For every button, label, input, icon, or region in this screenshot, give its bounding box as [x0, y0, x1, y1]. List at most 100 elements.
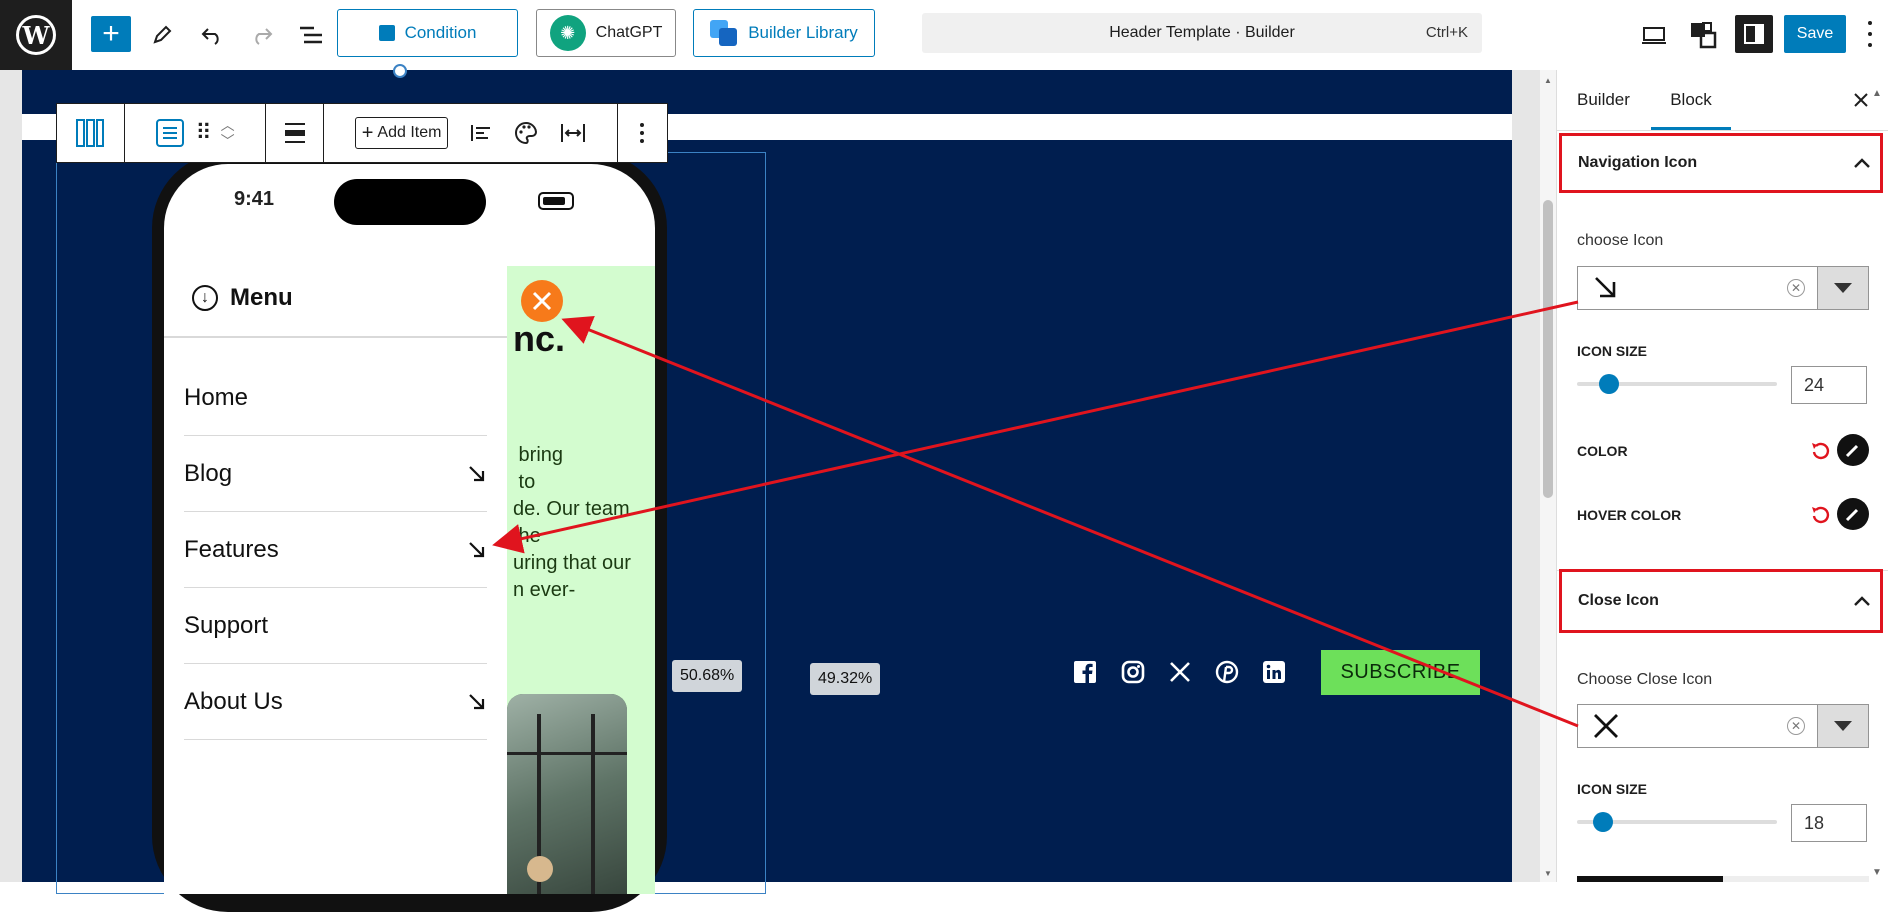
settings-sidebar-toggle[interactable]	[1735, 15, 1773, 53]
condition-label: Condition	[404, 23, 477, 42]
nav-item-label: Home	[184, 383, 249, 411]
pinterest-icon[interactable]	[1213, 658, 1241, 686]
sidebar-tabs: Builder Block	[1557, 70, 1888, 131]
choose-close-icon-label: Choose Close Icon	[1577, 671, 1713, 688]
bg-paragraph: bring to de. Our team the uring that our…	[513, 444, 631, 601]
more-options-button[interactable]	[618, 104, 667, 162]
settings-sidebar: Builder Block Navigation Icon choose Ico…	[1556, 70, 1888, 882]
dropdown-arrow-icon[interactable]	[1817, 705, 1868, 747]
arrow-down-right-icon	[469, 465, 485, 481]
color-picker-button[interactable]	[1837, 434, 1869, 466]
hover-color-label: HOVER COLOR	[1577, 507, 1682, 523]
plus-icon: +	[361, 121, 374, 144]
color-label: COLOR	[1577, 443, 1628, 459]
phone-screen: 9:41 nc. bring to de. Our team the uring…	[164, 164, 655, 894]
facebook-icon[interactable]	[1071, 658, 1099, 686]
reset-color-icon[interactable]	[1810, 440, 1832, 462]
builder-library-button[interactable]: Builder Library	[693, 9, 875, 57]
block-mover: ⠿ ︿ ﹀	[125, 104, 267, 162]
tab-block[interactable]: Block	[1651, 70, 1731, 130]
mobile-menu-panel: ↓ Menu Home Blog Features Support About Us	[164, 266, 507, 894]
tab-builder[interactable]: Builder	[1577, 70, 1630, 130]
slider-thumb[interactable]	[1593, 812, 1613, 832]
clear-selection-icon[interactable]: ✕	[1787, 279, 1805, 297]
close-icon	[1594, 714, 1618, 738]
close-menu-button[interactable]	[521, 280, 563, 322]
close-icon-panel-header[interactable]: Close Icon	[1559, 569, 1883, 633]
close-icon-size-slider[interactable]	[1577, 812, 1777, 832]
slider-thumb[interactable]	[1599, 374, 1619, 394]
nav-item[interactable]: Blog	[184, 436, 487, 512]
add-item-button[interactable]: + Add Item	[354, 117, 449, 149]
canvas-scrollbar-thumb[interactable]	[1543, 200, 1553, 498]
arrow-down-right-icon	[469, 541, 485, 557]
reset-hover-color-icon[interactable]	[1810, 504, 1832, 526]
arrow-down-right-icon	[469, 693, 485, 709]
block-controls: + Add Item	[324, 104, 618, 162]
sidebar-scrollbar[interactable]: ▲ ▼	[1868, 70, 1888, 882]
nav-item[interactable]: Support	[184, 588, 487, 664]
library-icon	[710, 20, 738, 46]
dropdown-arrow-icon[interactable]	[1817, 267, 1868, 309]
battery-icon	[538, 192, 574, 210]
team-photo	[507, 694, 627, 894]
document-overview-icon[interactable]	[294, 18, 328, 52]
icon-size-input[interactable]: 24	[1791, 366, 1867, 404]
nav-item[interactable]: About Us	[184, 664, 487, 740]
chatgpt-icon: ✺	[549, 15, 586, 51]
eyedropper-icon	[1845, 508, 1859, 522]
pencil-icon[interactable]	[145, 18, 179, 52]
move-up-down-icon[interactable]: ︿ ﹀	[221, 117, 235, 149]
vertical-ellipsis-icon	[640, 123, 645, 143]
linkedin-icon[interactable]	[1260, 658, 1288, 686]
command-palette-bar[interactable]: Header Template · Builder Ctrl+K	[922, 13, 1482, 53]
instagram-icon[interactable]	[1119, 658, 1147, 686]
palette-icon[interactable]	[514, 121, 538, 145]
width-icon[interactable]	[560, 122, 586, 144]
close-icon-size-label: ICON SIZE	[1577, 781, 1648, 797]
add-item-label: Add Item	[377, 124, 442, 141]
chatgpt-label: ChatGPT	[595, 24, 663, 41]
next-control-edge	[1577, 876, 1723, 882]
choose-icon-label: choose Icon	[1577, 232, 1664, 249]
wordpress-logo[interactable]: W	[0, 0, 72, 70]
options-menu-icon[interactable]	[1862, 17, 1878, 51]
eyedropper-icon	[1845, 444, 1859, 458]
document-title: Header Template · Builder	[1109, 24, 1295, 41]
resize-handle[interactable]	[393, 64, 407, 78]
x-icon[interactable]	[1166, 658, 1194, 686]
menu-header[interactable]: ↓ Menu	[192, 284, 293, 312]
subscribe-button[interactable]: SUBSCRIBE	[1321, 650, 1480, 695]
arrow-down-right-icon	[1595, 277, 1616, 298]
close-icon-size-input[interactable]: 18	[1791, 804, 1867, 842]
nav-item[interactable]: Home	[184, 360, 487, 436]
add-block-button[interactable]: +	[91, 16, 131, 52]
chatgpt-button[interactable]: ✺ ChatGPT	[536, 9, 676, 57]
styles-icon[interactable]	[1686, 18, 1720, 52]
sidebar-icon	[1744, 24, 1764, 44]
redo-icon[interactable]	[245, 18, 279, 52]
navigation-icon-select[interactable]: ✕	[1577, 266, 1869, 310]
justification-icon[interactable]	[470, 122, 492, 144]
desktop-preview-icon[interactable]	[1637, 18, 1671, 52]
condition-button[interactable]: Condition	[337, 9, 518, 57]
nav-item[interactable]: Features	[184, 512, 487, 588]
justify-button[interactable]	[266, 104, 325, 162]
icon-size-slider[interactable]	[1577, 374, 1777, 394]
save-button[interactable]: Save	[1784, 15, 1846, 53]
undo-icon[interactable]	[195, 18, 229, 52]
close-icon	[532, 291, 552, 311]
navigation-block-icon[interactable]	[155, 119, 184, 147]
drag-handle-icon[interactable]: ⠿	[196, 120, 212, 146]
nav-item-label: Features	[184, 535, 279, 563]
navigation-icon-title: Navigation Icon	[1578, 154, 1698, 171]
hover-color-picker-button[interactable]	[1837, 498, 1869, 530]
clear-selection-icon[interactable]: ✕	[1787, 717, 1805, 735]
columns-block-button[interactable]	[57, 104, 125, 162]
columns-icon	[76, 119, 105, 147]
navigation-icon-panel-header[interactable]: Navigation Icon	[1559, 133, 1883, 193]
close-icon-title: Close Icon	[1578, 592, 1659, 609]
next-control-edge-alt	[1723, 876, 1869, 882]
condition-icon	[378, 25, 395, 41]
close-icon-select[interactable]: ✕	[1577, 704, 1869, 748]
